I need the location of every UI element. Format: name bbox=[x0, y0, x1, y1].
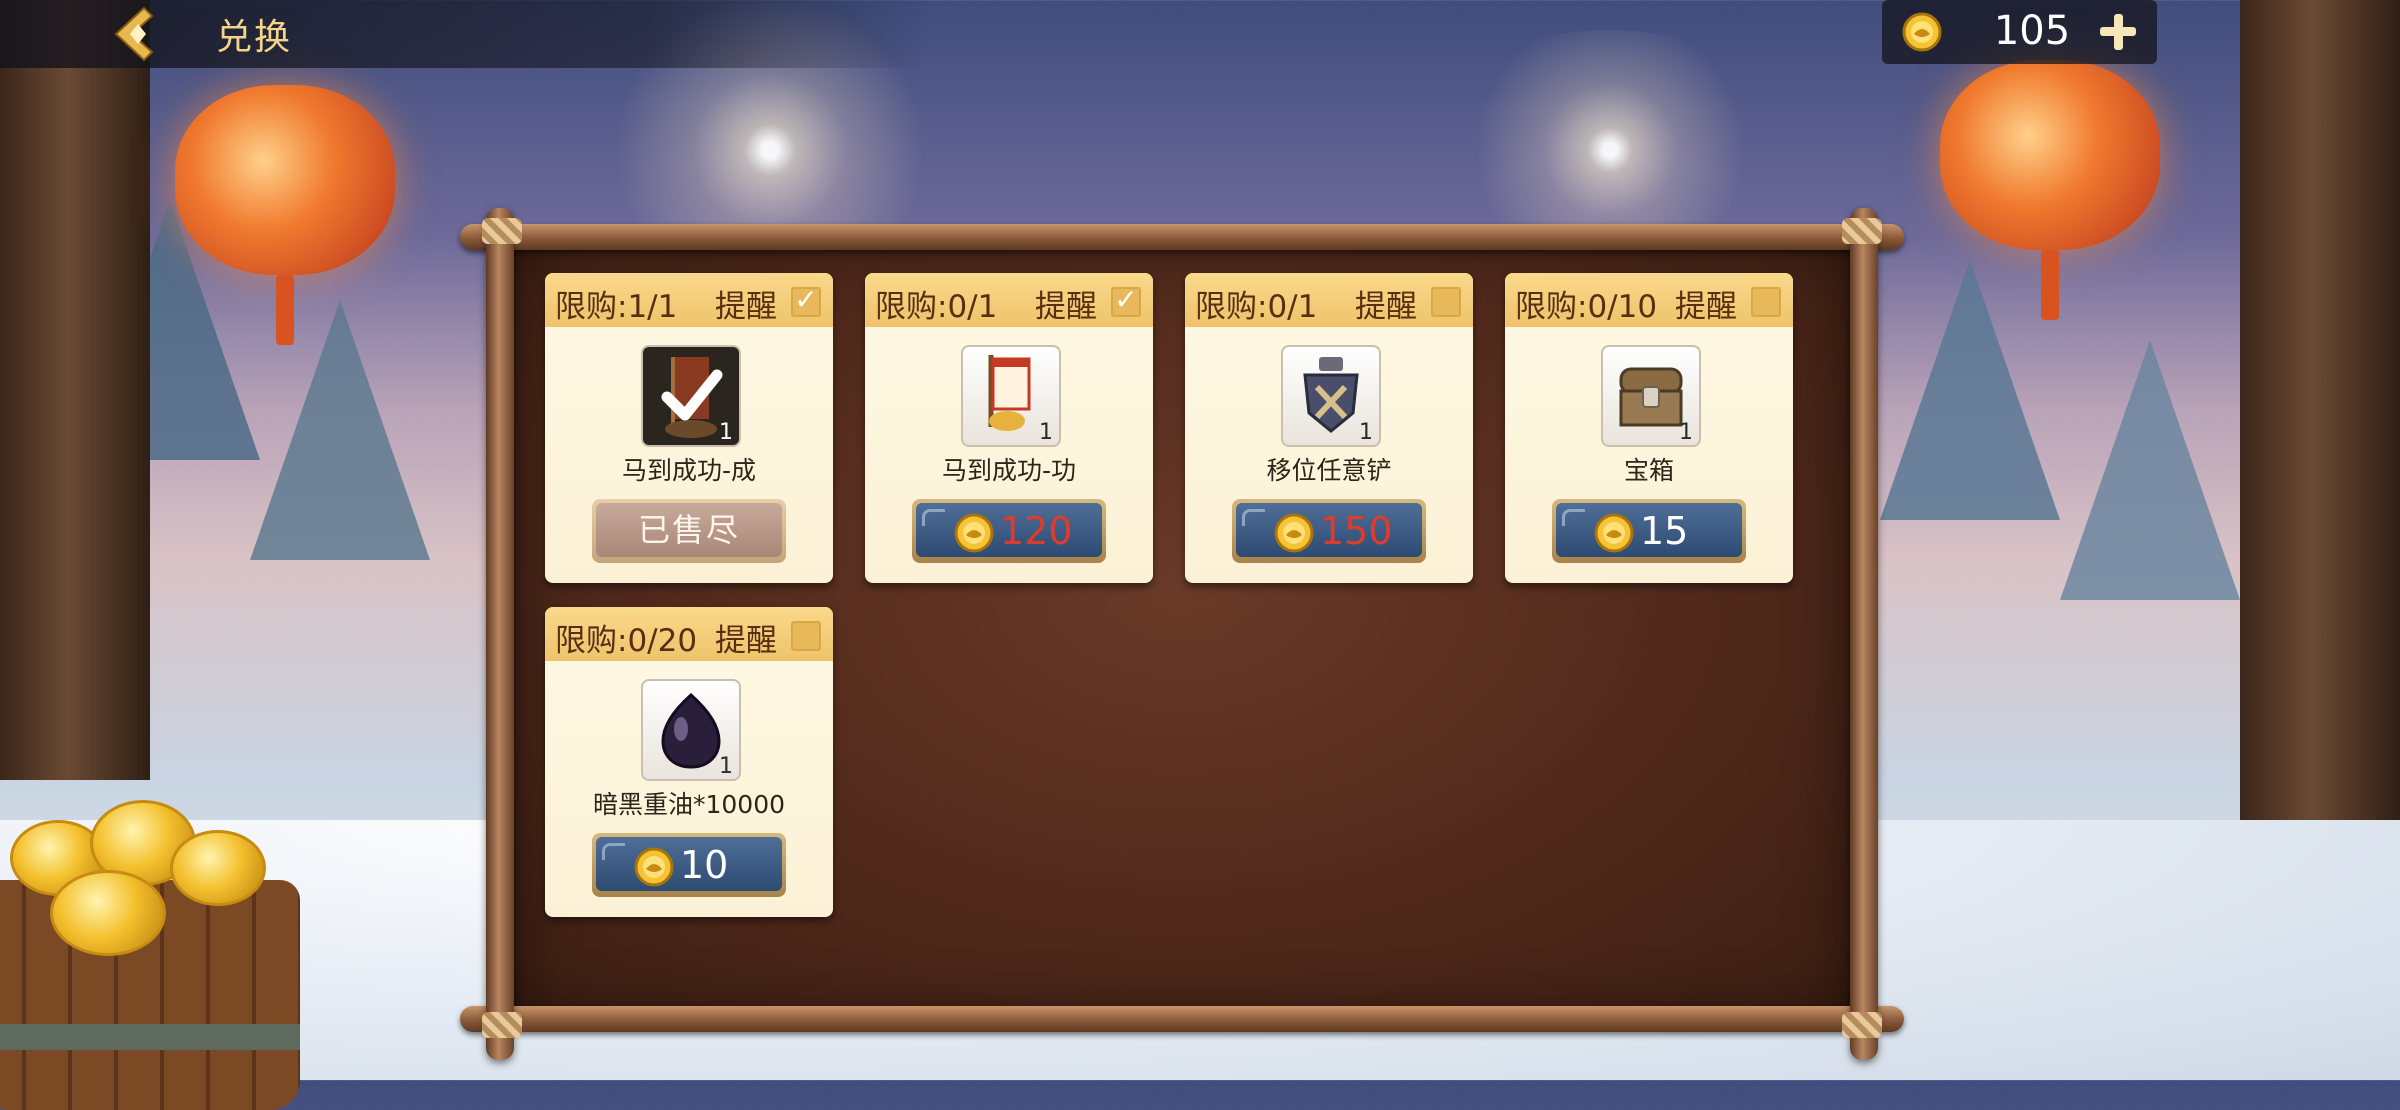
board-post-left bbox=[486, 208, 514, 1060]
purchase-limit: 限购:0/1 bbox=[1195, 289, 1318, 325]
item-icon-frame: 1 bbox=[961, 345, 1061, 447]
remind-checkbox[interactable] bbox=[1751, 287, 1781, 317]
gold-coin bbox=[50, 870, 166, 956]
rope-knot bbox=[482, 218, 522, 244]
check-icon: ✓ bbox=[1114, 283, 1138, 316]
item-quantity: 1 bbox=[1679, 420, 1693, 445]
item-name: 马到成功-成 bbox=[621, 456, 757, 485]
board-rail-bottom bbox=[460, 1006, 1904, 1032]
purchase-limit: 限购:0/10 bbox=[1515, 289, 1658, 325]
gold-coin-icon bbox=[1594, 513, 1634, 553]
tree-trunk bbox=[2240, 0, 2400, 900]
remind-checkbox[interactable]: ✓ bbox=[1111, 283, 1141, 317]
pine-tree bbox=[1880, 260, 2060, 520]
remind-checkbox[interactable] bbox=[791, 621, 821, 651]
remind-label: 提醒 bbox=[1675, 289, 1737, 325]
shop-item-card: 限购:0/20 提醒 1 暗黑重油*10000 10 bbox=[545, 607, 833, 917]
gold-bucket bbox=[0, 780, 320, 1110]
page-title: 兑换 bbox=[216, 17, 293, 58]
item-price: 120 bbox=[1000, 509, 1073, 553]
buy-button[interactable]: 150 bbox=[1232, 499, 1426, 563]
top-bar: 兑换 bbox=[0, 0, 930, 68]
board-post-right bbox=[1850, 208, 1878, 1060]
board-rail-top bbox=[460, 224, 1904, 250]
item-price: 10 bbox=[680, 843, 729, 887]
card-header: 限购:0/1 提醒 bbox=[1185, 273, 1473, 327]
sold-out-label: 已售尽 bbox=[596, 503, 782, 557]
gold-coin-icon bbox=[1902, 12, 1942, 52]
red-lantern bbox=[175, 85, 395, 345]
shop-item-card: 限购:0/1 提醒 ✓ 1 马到成功-功 120 bbox=[865, 273, 1153, 583]
item-quantity: 1 bbox=[1359, 420, 1373, 445]
item-icon-frame: 1 bbox=[1281, 345, 1381, 447]
item-quantity: 1 bbox=[719, 420, 733, 445]
buy-button-face: 15 bbox=[1556, 503, 1742, 557]
card-header: 限购:0/10 提醒 bbox=[1505, 273, 1793, 327]
item-icon-frame: 1 bbox=[641, 345, 741, 447]
shop-item-card: 限购:0/10 提醒 1 宝箱 15 bbox=[1505, 273, 1793, 583]
remind-label: 提醒 bbox=[1355, 289, 1417, 325]
remind-checkbox[interactable] bbox=[1431, 287, 1461, 317]
bucket-band bbox=[0, 1024, 300, 1050]
remind-label: 提醒 bbox=[715, 289, 777, 325]
purchase-limit: 限购:0/20 bbox=[555, 623, 698, 659]
item-name: 暗黑重油*10000 bbox=[592, 790, 786, 819]
tree-trunk bbox=[0, 0, 150, 780]
add-currency-button[interactable] bbox=[2096, 10, 2140, 54]
rope-knot bbox=[482, 1012, 522, 1038]
currency-display: 105 bbox=[1882, 0, 2157, 64]
item-price: 150 bbox=[1320, 509, 1393, 553]
item-icon-frame: 1 bbox=[1601, 345, 1701, 447]
shop-item-card: 限购:0/1 提醒 1 移位任意铲 150 bbox=[1185, 273, 1473, 583]
remind-label: 提醒 bbox=[715, 623, 777, 659]
red-lantern bbox=[1940, 60, 2160, 320]
gold-coin bbox=[170, 830, 266, 906]
item-name: 马到成功-功 bbox=[941, 456, 1077, 485]
buy-button-face: 10 bbox=[596, 837, 782, 891]
currency-amount: 105 bbox=[1993, 8, 2071, 54]
item-name: 移位任意铲 bbox=[1266, 456, 1392, 485]
gold-coin-icon bbox=[634, 847, 674, 887]
remind-label: 提醒 bbox=[1035, 289, 1097, 325]
card-header: 限购:0/1 提醒 ✓ bbox=[865, 273, 1153, 327]
purchase-limit: 限购:0/1 bbox=[875, 289, 998, 325]
check-icon bbox=[661, 369, 723, 421]
buy-button[interactable]: 10 bbox=[592, 833, 786, 897]
rope-knot bbox=[1842, 218, 1882, 244]
item-price: 15 bbox=[1640, 509, 1689, 553]
sold-out-button: 已售尽 bbox=[592, 499, 786, 563]
shop-item-card: 限购:1/1 提醒 ✓ 1 马到成功-成 已售尽 bbox=[545, 273, 833, 583]
buy-button[interactable]: 15 bbox=[1552, 499, 1746, 563]
gold-coin-icon bbox=[1274, 513, 1314, 553]
back-button[interactable] bbox=[108, 4, 168, 64]
pine-tree bbox=[2060, 340, 2240, 600]
chevron-left-icon bbox=[114, 6, 154, 62]
item-quantity: 1 bbox=[1039, 420, 1053, 445]
buy-button-face: 120 bbox=[916, 503, 1102, 557]
buy-button-face: 150 bbox=[1236, 503, 1422, 557]
card-header: 限购:0/20 提醒 bbox=[545, 607, 833, 661]
purchase-limit: 限购:1/1 bbox=[555, 289, 678, 325]
item-name: 宝箱 bbox=[1623, 456, 1674, 485]
remind-checkbox[interactable]: ✓ bbox=[791, 283, 821, 317]
gold-coin-icon bbox=[954, 513, 994, 553]
item-quantity: 1 bbox=[719, 754, 733, 779]
item-icon-frame: 1 bbox=[641, 679, 741, 781]
card-header: 限购:1/1 提醒 ✓ bbox=[545, 273, 833, 327]
rope-knot bbox=[1842, 1012, 1882, 1038]
buy-button[interactable]: 120 bbox=[912, 499, 1106, 563]
check-icon: ✓ bbox=[794, 283, 818, 316]
